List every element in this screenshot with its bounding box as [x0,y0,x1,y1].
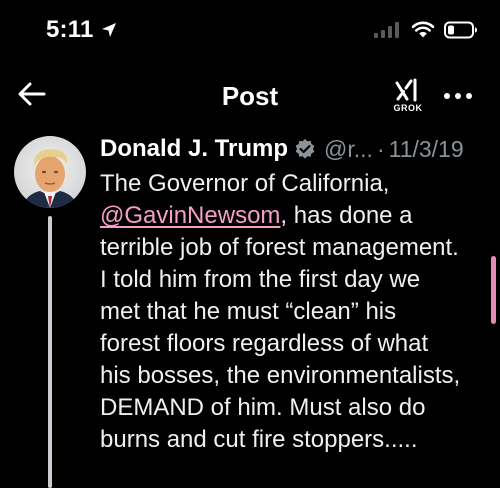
separator-dot: · [376,135,385,162]
post-text-line: The Governor of California, [100,170,390,197]
post-header: Donald J. Trump @r... · 11/3/19 [100,134,492,164]
post-date[interactable]: 11/3/19 [389,136,464,163]
status-time: 5:11 [46,16,94,43]
post-text-line: his bosses, the environmentalists, [100,362,461,389]
grok-logo-icon [394,78,422,102]
battery-icon [444,20,478,40]
post-text-line: @GavinNewsom, has done a [100,200,492,232]
author-name[interactable]: Donald J. Trump [100,135,288,163]
grok-button[interactable]: GROK [388,78,428,118]
status-time-group: 5:11 [46,16,118,44]
post-text-line: forest floors regardless of what [100,330,429,357]
post-text: The Governor of California, @GavinNewsom… [100,168,492,456]
mention-link[interactable]: @GavinNewsom [100,202,280,229]
status-right-icons [372,20,478,40]
post-text-line: DEMAND of him. Must also do [100,394,426,421]
grok-label: GROK [393,103,423,113]
status-bar: 5:11 [0,0,500,64]
post-body: Donald J. Trump @r... · 11/3/19 The Gove… [100,134,492,456]
post-text-line: I told him from the first day we [100,266,421,293]
scroll-indicator[interactable] [491,256,496,324]
wifi-icon [410,20,436,40]
more-horizontal-icon [443,87,473,105]
post-text-line: terrible job of forest management. [100,234,459,261]
verified-badge-icon [294,138,316,160]
location-arrow-icon [100,21,118,39]
post-text-fragment: , has done a [280,202,413,229]
more-options-button[interactable] [438,82,478,110]
nav-header: Post GROK [0,64,500,128]
thread-line [48,216,52,488]
cellular-signal-icon [372,20,402,40]
post-text-line: burns and cut fire stoppers..... [100,426,418,453]
avatar[interactable] [14,136,86,208]
post-text-line: met that he must “clean” his [100,298,397,325]
author-handle[interactable]: @r... [324,136,373,163]
